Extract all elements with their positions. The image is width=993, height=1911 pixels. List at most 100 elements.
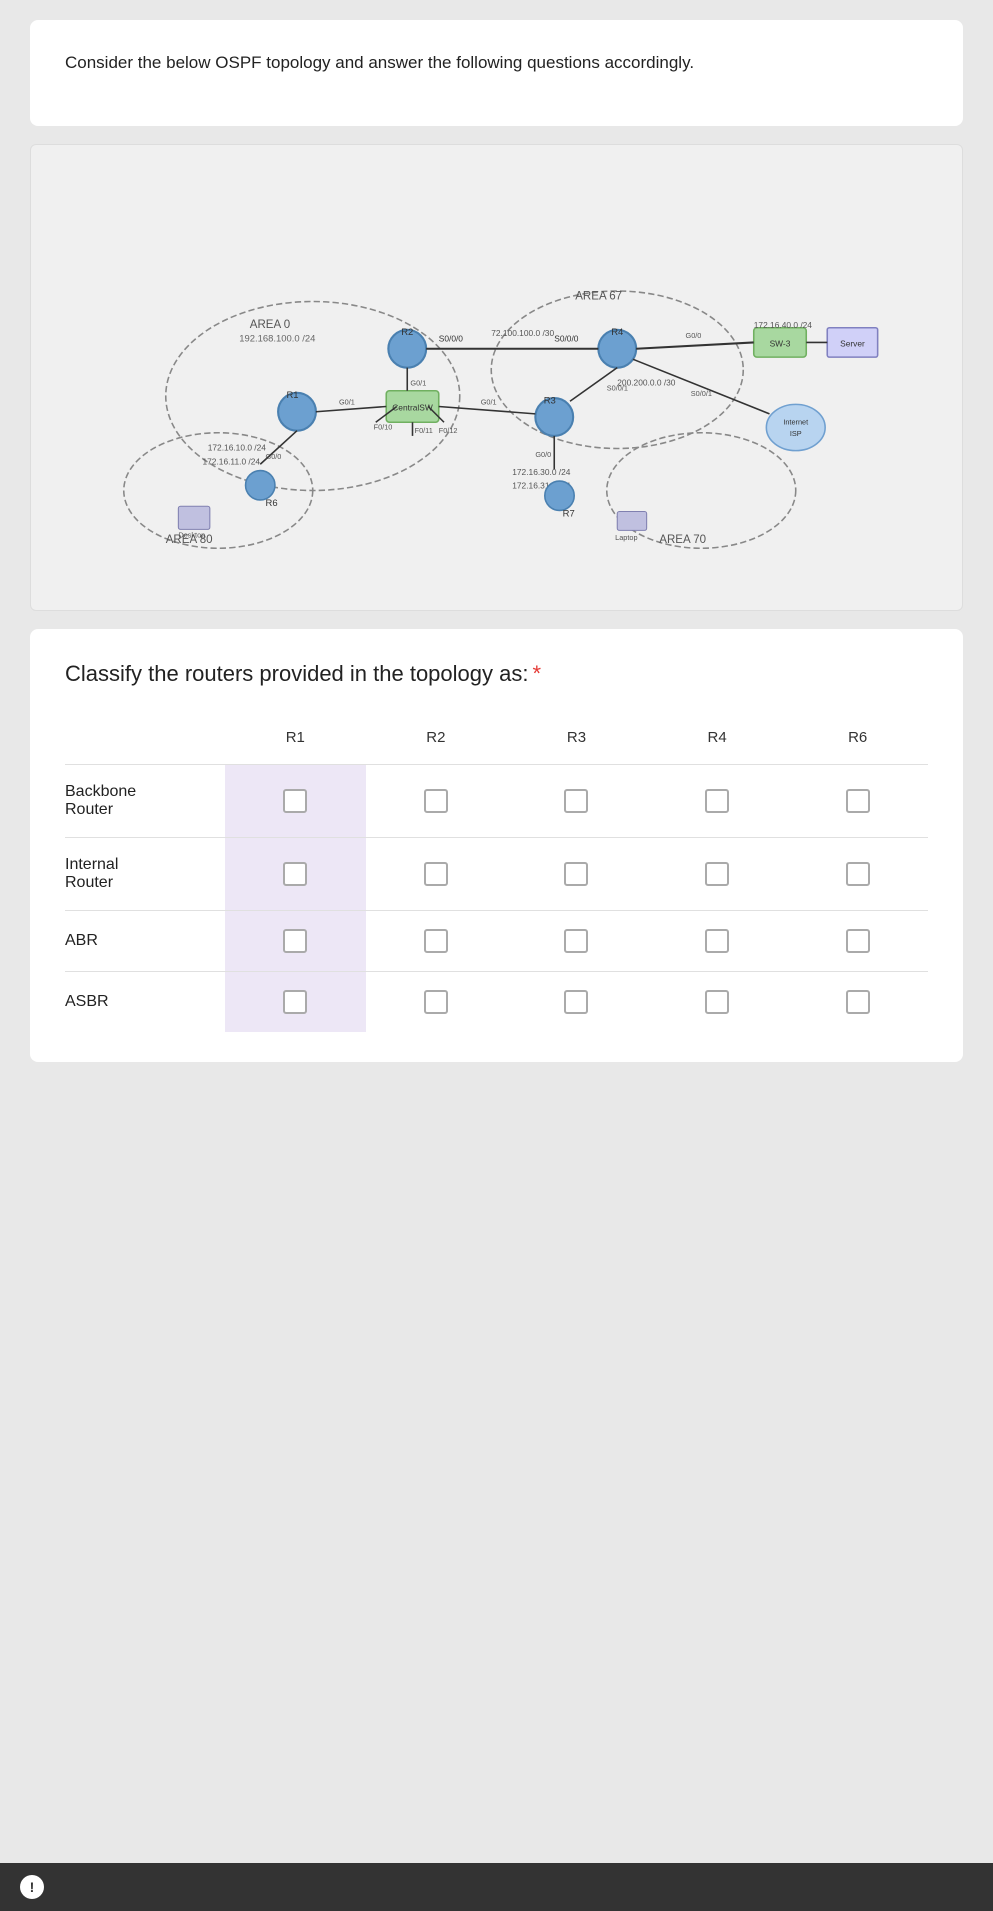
checkbox-internal-r1[interactable] <box>283 862 307 886</box>
checkbox-wrapper-abr-r1[interactable] <box>233 929 358 953</box>
table-row-abr: ABR <box>65 911 928 972</box>
row-label-internal: InternalRouter <box>65 838 225 911</box>
checkbox-wrapper-abr-r2[interactable] <box>374 929 499 953</box>
row-label-asbr: ASBR <box>65 972 225 1033</box>
svg-text:F0/12: F0/12 <box>439 425 458 434</box>
cell-abr-r6[interactable] <box>787 911 928 972</box>
checkbox-asbr-r4[interactable] <box>705 990 729 1014</box>
checkbox-internal-r2[interactable] <box>424 862 448 886</box>
checkbox-abr-r1[interactable] <box>283 929 307 953</box>
checkbox-wrapper-internal-r4[interactable] <box>655 862 780 886</box>
cell-backbone-r2[interactable] <box>366 765 507 838</box>
alert-bar: ! <box>0 1863 993 1911</box>
cell-abr-r2[interactable] <box>366 911 507 972</box>
svg-text:172.16.40.0 /24: 172.16.40.0 /24 <box>754 319 813 329</box>
cell-backbone-r1[interactable] <box>225 765 366 838</box>
required-star: * <box>532 661 541 686</box>
svg-text:AREA 67: AREA 67 <box>575 290 622 302</box>
svg-text:Internet: Internet <box>783 417 808 426</box>
checkbox-backbone-r4[interactable] <box>705 789 729 813</box>
checkbox-backbone-r6[interactable] <box>846 789 870 813</box>
svg-text:ISP: ISP <box>790 428 802 437</box>
checkbox-wrapper-backbone-r2[interactable] <box>374 789 499 813</box>
svg-text:G0/0: G0/0 <box>535 449 551 458</box>
checkbox-asbr-r6[interactable] <box>846 990 870 1014</box>
cell-backbone-r3[interactable] <box>506 765 647 838</box>
checkbox-asbr-r3[interactable] <box>564 990 588 1014</box>
row-label-backbone: BackboneRouter <box>65 765 225 838</box>
cell-abr-r3[interactable] <box>506 911 647 972</box>
svg-text:S0/0/0: S0/0/0 <box>439 333 464 343</box>
checkbox-internal-r6[interactable] <box>846 862 870 886</box>
cell-internal-r1[interactable] <box>225 838 366 911</box>
col-header-empty <box>65 719 225 765</box>
checkbox-backbone-r3[interactable] <box>564 789 588 813</box>
cell-asbr-r4[interactable] <box>647 972 788 1033</box>
checkbox-internal-r3[interactable] <box>564 862 588 886</box>
checkbox-wrapper-abr-r6[interactable] <box>795 929 920 953</box>
checkbox-asbr-r2[interactable] <box>424 990 448 1014</box>
cell-abr-r4[interactable] <box>647 911 788 972</box>
svg-text:F0/10: F0/10 <box>374 422 393 431</box>
svg-text:Server: Server <box>840 338 865 348</box>
cell-abr-r1[interactable] <box>225 911 366 972</box>
classify-table: R1 R2 R3 R4 R6 BackboneRouter <box>65 719 928 1032</box>
col-header-r3: R3 <box>506 719 647 765</box>
svg-text:R3: R3 <box>544 395 556 406</box>
checkbox-abr-r4[interactable] <box>705 929 729 953</box>
svg-text:200.200.0.0 /30: 200.200.0.0 /30 <box>617 377 676 387</box>
checkbox-wrapper-backbone-r3[interactable] <box>514 789 639 813</box>
svg-text:172.16.30.0 /24: 172.16.30.0 /24 <box>512 466 571 476</box>
checkbox-asbr-r1[interactable] <box>283 990 307 1014</box>
checkbox-wrapper-asbr-r4[interactable] <box>655 990 780 1014</box>
checkbox-wrapper-abr-r3[interactable] <box>514 929 639 953</box>
svg-text:S0/0/1: S0/0/1 <box>691 389 712 398</box>
svg-text:F0/11: F0/11 <box>415 425 433 434</box>
checkbox-wrapper-asbr-r2[interactable] <box>374 990 499 1014</box>
checkbox-wrapper-backbone-r4[interactable] <box>655 789 780 813</box>
cell-internal-r3[interactable] <box>506 838 647 911</box>
checkbox-wrapper-asbr-r6[interactable] <box>795 990 920 1014</box>
checkbox-wrapper-internal-r6[interactable] <box>795 862 920 886</box>
cell-asbr-r1[interactable] <box>225 972 366 1033</box>
checkbox-abr-r2[interactable] <box>424 929 448 953</box>
svg-text:72.100.100.0 /30: 72.100.100.0 /30 <box>491 328 554 338</box>
checkbox-wrapper-abr-r4[interactable] <box>655 929 780 953</box>
checkbox-wrapper-internal-r2[interactable] <box>374 862 499 886</box>
checkbox-abr-r6[interactable] <box>846 929 870 953</box>
checkbox-wrapper-internal-r1[interactable] <box>233 862 358 886</box>
svg-text:Desktop: Desktop <box>178 530 205 539</box>
checkbox-backbone-r1[interactable] <box>283 789 307 813</box>
svg-text:SW-3: SW-3 <box>770 338 791 348</box>
checkbox-backbone-r2[interactable] <box>424 789 448 813</box>
svg-text:R2: R2 <box>401 327 413 338</box>
svg-text:R7: R7 <box>563 508 575 519</box>
cell-asbr-r6[interactable] <box>787 972 928 1033</box>
checkbox-wrapper-internal-r3[interactable] <box>514 862 639 886</box>
checkbox-wrapper-asbr-r3[interactable] <box>514 990 639 1014</box>
cell-asbr-r2[interactable] <box>366 972 507 1033</box>
svg-text:G0/1: G0/1 <box>481 397 497 406</box>
question-card: Consider the below OSPF topology and ans… <box>30 20 963 126</box>
table-row-backbone: BackboneRouter <box>65 765 928 838</box>
svg-text:G0/0: G0/0 <box>266 452 282 461</box>
topology-diagram: AREA 0 192.168.100.0 /24 AREA 80 AREA 67… <box>51 165 942 585</box>
checkbox-wrapper-asbr-r1[interactable] <box>233 990 358 1014</box>
cell-internal-r6[interactable] <box>787 838 928 911</box>
alert-icon: ! <box>20 1875 44 1899</box>
svg-text:R6: R6 <box>266 498 278 509</box>
checkbox-abr-r3[interactable] <box>564 929 588 953</box>
cell-backbone-r4[interactable] <box>647 765 788 838</box>
cell-backbone-r6[interactable] <box>787 765 928 838</box>
cell-asbr-r3[interactable] <box>506 972 647 1033</box>
topology-card: AREA 0 192.168.100.0 /24 AREA 80 AREA 67… <box>30 144 963 611</box>
svg-text:AREA 0: AREA 0 <box>250 318 290 330</box>
checkbox-wrapper-backbone-r1[interactable] <box>233 789 358 813</box>
checkbox-internal-r4[interactable] <box>705 862 729 886</box>
checkbox-wrapper-backbone-r6[interactable] <box>795 789 920 813</box>
cell-internal-r4[interactable] <box>647 838 788 911</box>
cell-internal-r2[interactable] <box>366 838 507 911</box>
classify-title: Classify the routers provided in the top… <box>65 659 928 690</box>
question-text: Consider the below OSPF topology and ans… <box>65 50 928 76</box>
table-row-asbr: ASBR <box>65 972 928 1033</box>
